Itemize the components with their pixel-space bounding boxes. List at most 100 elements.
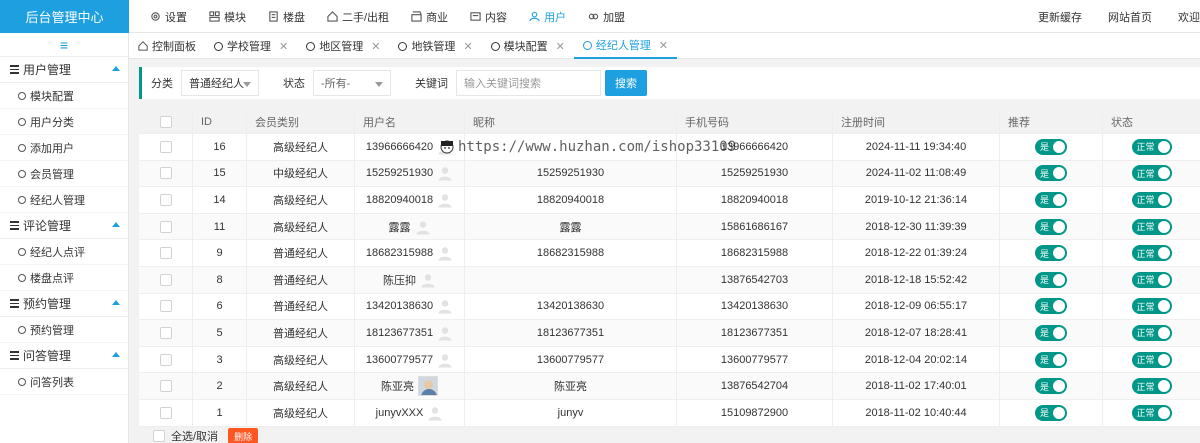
sidebar-item[interactable]: 预约管理 <box>0 317 128 343</box>
sidebar-item[interactable]: 楼盘点评 <box>0 265 128 291</box>
close-icon[interactable]: ✕ <box>659 39 668 52</box>
topnav-item[interactable]: 商业 <box>411 9 448 25</box>
sidebar-group-header[interactable]: 预约管理 <box>0 291 128 317</box>
recommend-toggle[interactable]: 是 <box>1035 218 1067 235</box>
sidebar-group-header[interactable]: 用户管理 <box>0 57 128 83</box>
member-type-cell: 普通经纪人 <box>247 240 355 266</box>
table-header-cell[interactable] <box>139 110 193 133</box>
sidebar-group-header[interactable]: 评论管理 <box>0 213 128 239</box>
select-all-label[interactable]: 全选/取消 <box>171 428 218 443</box>
row-checkbox[interactable] <box>159 193 172 206</box>
topnav-item[interactable]: 用户 <box>529 9 566 25</box>
brand-title[interactable]: 后台管理中心 <box>0 0 129 33</box>
status-toggle[interactable]: 正常 <box>1131 298 1172 315</box>
recommend-toggle-label: 是 <box>1040 195 1050 206</box>
status-toggle[interactable]: 正常 <box>1131 191 1172 208</box>
row-checkbox[interactable] <box>159 300 172 313</box>
row-checkbox[interactable] <box>159 380 172 393</box>
delete-button[interactable]: 删除 <box>228 428 259 443</box>
tab[interactable]: 模块配置 ✕ <box>482 33 574 59</box>
sidebar-item[interactable]: 模块配置 <box>0 83 128 109</box>
recommend-toggle[interactable]: 是 <box>1035 165 1067 182</box>
close-icon[interactable]: ✕ <box>371 40 380 53</box>
update-cache-link[interactable]: 更新缓存 <box>1038 9 1082 25</box>
id-cell: 14 <box>193 187 247 213</box>
tab[interactable]: 学校管理 ✕ <box>205 33 297 59</box>
tab[interactable]: 经纪人管理 ✕ <box>573 33 678 59</box>
recommend-toggle[interactable]: 是 <box>1035 351 1067 368</box>
recommend-toggle[interactable]: 是 <box>1035 324 1067 341</box>
sidebar-group-header[interactable]: 问答管理 <box>0 343 128 369</box>
regtime-cell: 2018-12-18 15:52:42 <box>833 266 1000 293</box>
sidebar-item[interactable]: 经纪人点评 <box>0 239 128 265</box>
status-toggle[interactable]: 正常 <box>1131 165 1172 182</box>
status-cell: 正常 <box>1103 267 1200 293</box>
status-select[interactable]: -所有- <box>313 70 391 96</box>
topnav-item[interactable]: 楼盘 <box>268 9 305 25</box>
table-row: 11 高级经纪人 露露 露露 15861686167 2018-12-30 11:39:3… <box>139 213 1200 241</box>
topnav-item[interactable]: 内容 <box>470 9 507 25</box>
header-checkbox[interactable] <box>159 115 172 128</box>
topnav-item[interactable]: 模块 <box>209 9 246 25</box>
sidebar-item[interactable]: 经纪人管理 <box>0 187 128 213</box>
recommend-toggle[interactable]: 是 <box>1035 191 1067 208</box>
status-toggle-label: 正常 <box>1136 355 1155 366</box>
sidebar-item[interactable]: 用户分类 <box>0 109 128 135</box>
recommend-cell: 是 <box>1000 399 1103 426</box>
recommend-toggle[interactable]: 是 <box>1035 245 1067 262</box>
recommend-toggle[interactable]: 是 <box>1035 138 1067 155</box>
sidebar-toggle-icon[interactable]: ≡ <box>0 33 128 57</box>
keyword-input[interactable]: 输入关键词搜索 <box>456 70 601 96</box>
sidebar-item[interactable]: 问答列表 <box>0 369 128 395</box>
recommend-toggle[interactable]: 是 <box>1035 404 1067 421</box>
recommend-toggle[interactable]: 是 <box>1035 298 1067 315</box>
status-toggle[interactable]: 正常 <box>1131 218 1172 235</box>
row-checkbox[interactable] <box>159 220 172 233</box>
status-toggle[interactable]: 正常 <box>1131 378 1172 395</box>
table-row: 2 高级经纪人 陈亚亮 陈亚亮 13876542704 2018-11-02 17:40:… <box>139 373 1200 400</box>
status-toggle[interactable]: 正常 <box>1131 324 1172 341</box>
site-home-link[interactable]: 网站首页 <box>1108 9 1152 25</box>
status-toggle[interactable]: 正常 <box>1131 404 1172 421</box>
menu-bars-icon <box>10 299 19 308</box>
recommend-toggle[interactable]: 是 <box>1035 271 1067 288</box>
topnav-label: 模块 <box>224 11 246 24</box>
row-checkbox[interactable] <box>159 273 172 286</box>
row-checkbox[interactable] <box>159 140 172 153</box>
sidebar-group-title: 评论管理 <box>23 219 72 233</box>
status-toggle[interactable]: 正常 <box>1131 245 1172 262</box>
status-toggle[interactable]: 正常 <box>1131 271 1172 288</box>
close-icon[interactable]: ✕ <box>279 40 288 53</box>
topnav-item[interactable]: 加盟 <box>588 9 625 25</box>
regtime-cell: 2018-12-30 11:39:39 <box>833 213 1000 240</box>
row-checkbox[interactable] <box>159 247 172 260</box>
circle-icon <box>18 247 26 256</box>
row-checkbox[interactable] <box>159 167 172 180</box>
topnav-label: 楼盘 <box>283 11 305 24</box>
regtime-cell: 2018-12-09 06:55:17 <box>833 293 1000 320</box>
status-toggle[interactable]: 正常 <box>1131 351 1172 368</box>
tab[interactable]: 控制面板 <box>129 33 205 59</box>
avatar-placeholder-icon <box>438 167 452 181</box>
recommend-toggle-label: 是 <box>1040 408 1050 419</box>
select-all-checkbox[interactable] <box>153 430 165 442</box>
search-button[interactable]: 搜索 <box>605 70 647 96</box>
category-select[interactable]: 普通经纪人 <box>181 70 259 96</box>
status-toggle[interactable]: 正常 <box>1131 138 1172 155</box>
close-icon[interactable]: ✕ <box>463 40 472 53</box>
tab[interactable]: 地区管理 ✕ <box>297 33 389 59</box>
sidebar-item[interactable]: 添加用户 <box>0 135 128 161</box>
avatar-placeholder-icon <box>438 194 452 208</box>
row-checkbox[interactable] <box>159 326 172 339</box>
topnav-item[interactable]: 设置 <box>150 9 187 25</box>
row-checkbox[interactable] <box>159 406 172 419</box>
sidebar-item[interactable]: 会员管理 <box>0 161 128 187</box>
tab-bar: 控制面板 学校管理 ✕ 地区管理 ✕ 地铁管理 ✕ 模块配置 ✕ 经纪人管理 ✕ <box>129 33 1200 59</box>
topnav-item[interactable]: 二手/出租 <box>327 9 389 25</box>
id-cell: 3 <box>193 346 247 373</box>
row-checkbox[interactable] <box>159 353 172 366</box>
tab[interactable]: 地铁管理 ✕ <box>389 33 481 59</box>
recommend-toggle[interactable]: 是 <box>1035 378 1067 395</box>
close-icon[interactable]: ✕ <box>556 40 565 53</box>
table-row: 1 高级经纪人 junyvXXX junyv 15109872900 2018-11-02… <box>139 399 1200 427</box>
